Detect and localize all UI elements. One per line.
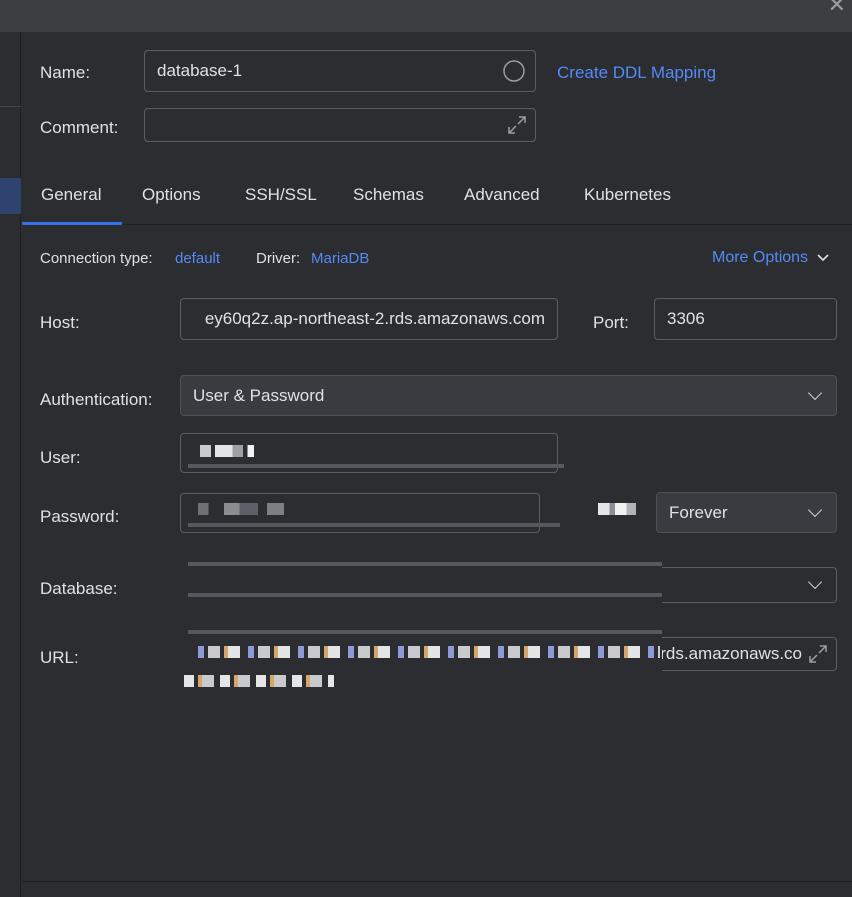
tab-general[interactable]: General	[41, 185, 101, 205]
host-value: ey60q2z.ap-northeast-2.rds.amazonaws.com	[204, 309, 545, 328]
url-visible-tail: rds.amazonaws.co	[660, 644, 802, 663]
redaction-bar	[188, 593, 662, 597]
port-input[interactable]: 3306	[654, 298, 837, 340]
close-icon[interactable]: ✕	[828, 0, 846, 16]
comment-label: Comment:	[40, 118, 119, 137]
host-label: Host:	[40, 313, 80, 332]
expand-icon[interactable]	[806, 642, 830, 666]
tab-schemas[interactable]: Schemas	[353, 185, 424, 205]
redaction-mask	[180, 562, 662, 606]
connection-type-label: Connection type:	[40, 250, 153, 267]
tab-kubernetes[interactable]: Kubernetes	[584, 185, 671, 205]
connection-settings-panel: Name: database-1 Create DDL Mapping Comm…	[22, 32, 852, 897]
connection-type-link[interactable]: default	[175, 250, 220, 267]
chevron-down-icon	[807, 574, 823, 590]
expand-icon[interactable]	[505, 113, 529, 137]
user-label: User:	[40, 448, 81, 467]
active-tab-indicator	[22, 222, 122, 225]
save-password-select[interactable]: Forever	[656, 492, 837, 533]
name-input[interactable]: database-1	[144, 50, 536, 92]
driver-label: Driver:	[256, 250, 301, 267]
authentication-label: Authentication:	[40, 390, 153, 409]
host-input[interactable]: ey60q2z.ap-northeast-2.rds.amazonaws.com	[180, 298, 558, 340]
port-value: 3306	[667, 309, 705, 328]
more-options-label: More Options	[712, 249, 809, 266]
tab-advanced[interactable]: Advanced	[464, 185, 540, 205]
redacted-url-value	[198, 646, 660, 658]
redaction-bar	[188, 562, 662, 566]
database-label: Database:	[40, 579, 118, 598]
authentication-value: User & Password	[193, 385, 325, 405]
more-options-link[interactable]: More Options	[712, 249, 829, 267]
name-value: database-1	[157, 61, 243, 80]
create-ddl-mapping-link[interactable]: Create DDL Mapping	[557, 63, 716, 83]
chevron-down-icon	[807, 502, 823, 518]
chevron-down-icon	[807, 385, 823, 401]
tab-options[interactable]: Options	[142, 185, 201, 205]
tab-ssh-ssl[interactable]: SSH/SSL	[245, 185, 317, 205]
circle-icon[interactable]	[503, 60, 525, 82]
bottom-divider	[22, 881, 852, 882]
tabs-divider	[22, 224, 852, 225]
redacted-password-value	[198, 503, 284, 515]
port-label: Port:	[593, 313, 629, 332]
redacted-user-value	[200, 445, 254, 457]
password-label: Password:	[40, 507, 120, 526]
comment-input[interactable]	[144, 108, 536, 142]
authentication-select[interactable]: User & Password	[180, 375, 837, 416]
save-password-value: Forever	[669, 502, 728, 522]
name-label: Name:	[40, 63, 91, 82]
left-sidebar	[0, 32, 21, 897]
url-label: URL:	[40, 648, 79, 667]
dialog-titlebar: ✕	[0, 0, 852, 32]
chevron-down-icon	[816, 254, 829, 261]
redaction-bar	[188, 523, 560, 527]
sidebar-selected-item[interactable]	[0, 178, 21, 214]
redaction-bar	[188, 630, 662, 634]
redaction-bar	[188, 464, 564, 468]
redacted-url-wrap	[184, 675, 334, 687]
driver-link[interactable]: MariaDB	[311, 250, 369, 267]
redacted-save-label	[598, 503, 636, 515]
sidebar-divider	[0, 106, 21, 107]
